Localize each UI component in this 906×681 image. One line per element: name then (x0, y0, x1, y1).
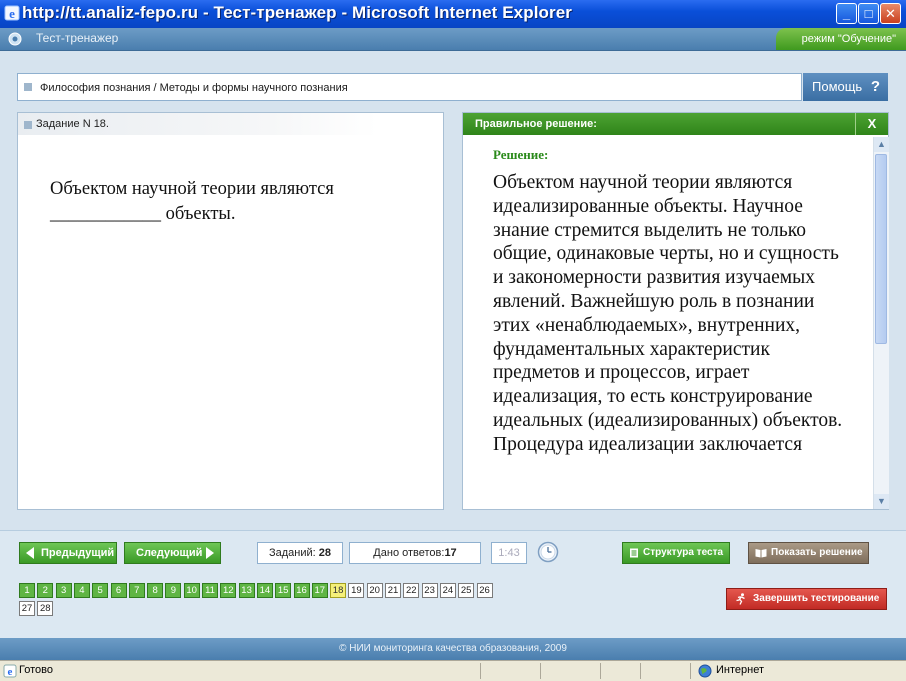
test-structure-label: Структура теста (643, 547, 724, 558)
internet-explorer-icon: e (4, 5, 20, 21)
question-mark-icon: ? (870, 78, 880, 95)
svg-text:e: e (8, 666, 13, 678)
finish-test-button[interactable]: Завершить тестирование (726, 588, 887, 610)
breadcrumb-text: Философия познания / Методы и формы науч… (40, 82, 348, 94)
page-done-icon: e (3, 664, 17, 678)
arrow-right-icon (206, 547, 214, 559)
solution-panel: Правильное решение: X Решение: Объектом … (462, 112, 889, 510)
question-text: Объектом научной теории являются _______… (50, 179, 334, 224)
answered-label: Дано ответов: (373, 547, 445, 559)
status-separator (640, 663, 641, 679)
status-separator (480, 663, 481, 679)
question-number-15[interactable]: 15 (275, 583, 292, 598)
tasks-count: 28 (318, 547, 332, 559)
question-number-26[interactable]: 26 (476, 583, 493, 598)
question-number-19[interactable]: 19 (348, 583, 365, 598)
solution-label: Решение: (493, 147, 549, 162)
window-title: http://tt.analiz-fepo.ru - Тест-тренажер… (22, 3, 572, 22)
question-number-7[interactable]: 7 (128, 583, 145, 598)
help-button[interactable]: Помощь ? (803, 73, 888, 101)
copyright-footer: © НИИ мониторинга качества образования, … (0, 638, 906, 660)
question-number-9[interactable]: 9 (165, 583, 182, 598)
status-separator (600, 663, 601, 679)
app-logo-icon (8, 32, 22, 46)
help-label: Помощь (812, 79, 863, 94)
maximize-button[interactable]: □ (858, 3, 879, 24)
question-number-22[interactable]: 22 (403, 583, 420, 598)
status-separator (690, 663, 691, 679)
status-text: Готово (19, 664, 53, 676)
question-number-17[interactable]: 17 (311, 583, 328, 598)
tasks-label: Заданий: (268, 547, 316, 559)
svg-text:e: e (9, 6, 15, 21)
arrow-left-icon (26, 547, 34, 559)
question-number-6[interactable]: 6 (110, 583, 127, 598)
next-button[interactable]: Следующий (124, 542, 221, 564)
scrollbar-thumb[interactable] (875, 154, 887, 344)
close-window-button[interactable]: ✕ (880, 3, 901, 24)
minimize-button[interactable]: _ (836, 3, 857, 24)
previous-button[interactable]: Предыдущий (19, 542, 117, 564)
window-title-bar[interactable]: e http://tt.analiz-fepo.ru - Тест-тренаж… (0, 0, 906, 28)
question-number-13[interactable]: 13 (238, 583, 255, 598)
finish-test-label: Завершить тестирование (753, 593, 880, 604)
show-solution-button[interactable]: Показать решение (748, 542, 869, 564)
previous-label: Предыдущий (41, 547, 115, 559)
tasks-counter: Заданий: 28 (257, 542, 343, 564)
question-number-14[interactable]: 14 (256, 583, 273, 598)
question-number-28[interactable]: 28 (37, 601, 54, 616)
question-number-11[interactable]: 11 (202, 583, 218, 598)
answered-counter: Дано ответов:17 (349, 542, 481, 564)
next-label: Следующий (136, 547, 203, 559)
running-man-icon (736, 593, 745, 605)
question-number-12[interactable]: 12 (220, 583, 237, 598)
question-number-10[interactable]: 10 (183, 583, 200, 598)
question-number-18[interactable]: 18 (330, 583, 347, 598)
question-number-5[interactable]: 5 (92, 583, 109, 598)
open-book-icon (755, 549, 767, 558)
timer: 1:43 (491, 542, 527, 564)
status-separator (540, 663, 541, 679)
solution-text: Объектом научной теории являются идеализ… (493, 172, 843, 455)
question-number-3[interactable]: 3 (55, 583, 72, 598)
scroll-up-icon[interactable]: ▲ (874, 137, 889, 152)
task-header: Задание N 18. (18, 113, 378, 135)
question-number-8[interactable]: 8 (147, 583, 164, 598)
security-zone: Интернет (716, 664, 764, 676)
task-number: Задание N 18. (36, 118, 109, 130)
show-solution-label: Показать решение (771, 547, 863, 558)
question-number-16[interactable]: 16 (293, 583, 310, 598)
app-header: Тест-тренажер (0, 28, 906, 51)
document-icon (630, 548, 638, 558)
task-bullet-icon (24, 121, 32, 129)
mode-badge: режим "Обучение" (776, 28, 906, 50)
status-bar: e Готово Интернет (0, 660, 906, 681)
globe-icon (698, 664, 712, 678)
question-number-24[interactable]: 24 (439, 583, 456, 598)
breadcrumb: Философия познания / Методы и формы науч… (17, 73, 802, 101)
question-number-2[interactable]: 2 (37, 583, 54, 598)
scroll-down-icon[interactable]: ▼ (874, 494, 889, 509)
task-panel: Задание N 18. Объектом научной теории яв… (17, 112, 444, 510)
question-number-21[interactable]: 21 (385, 583, 401, 598)
answered-count: 17 (444, 547, 457, 559)
question-number-20[interactable]: 20 (366, 583, 383, 598)
solution-header-title: Правильное решение: (475, 118, 597, 130)
question-number-23[interactable]: 23 (421, 583, 438, 598)
solution-scrollbar[interactable]: ▲ ▼ (873, 137, 889, 509)
close-solution-button[interactable]: X (855, 113, 888, 135)
question-number-25[interactable]: 25 (458, 583, 475, 598)
question-number-1[interactable]: 1 (19, 583, 35, 598)
app-name: Тест-тренажер (36, 31, 119, 45)
solution-header: Правильное решение: (463, 113, 888, 135)
question-number-4[interactable]: 4 (73, 583, 90, 598)
test-structure-button[interactable]: Структура теста (622, 542, 730, 564)
breadcrumb-bullet-icon (24, 83, 32, 91)
question-number-27[interactable]: 27 (19, 601, 35, 616)
clock-icon (537, 541, 559, 563)
